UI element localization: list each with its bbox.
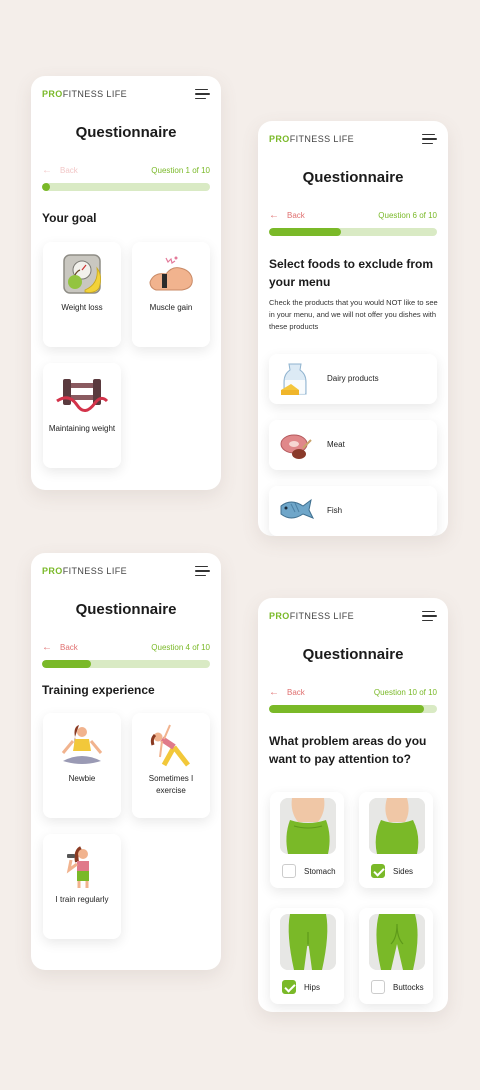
question-description: Check the products that you would NOT li… bbox=[269, 298, 438, 331]
area-label: Sides bbox=[393, 867, 414, 876]
progress-fill bbox=[42, 183, 50, 191]
area-label: Stomach bbox=[304, 867, 336, 876]
brand-logo[interactable]: PROFITNESS LIFE bbox=[42, 89, 127, 99]
hips-photo bbox=[280, 914, 336, 970]
milk-cheese-icon bbox=[281, 363, 307, 395]
progress-bar bbox=[42, 183, 210, 191]
app-header: PROFITNESS LIFE bbox=[42, 87, 210, 101]
dumbbell-woman-icon bbox=[66, 846, 89, 888]
brand-logo[interactable]: PROFITNESS LIFE bbox=[269, 134, 354, 144]
food-option-dairy[interactable]: Dairy products bbox=[269, 354, 437, 404]
hamburger-menu-icon[interactable] bbox=[422, 134, 437, 144]
hamburger-menu-icon[interactable] bbox=[195, 89, 210, 99]
food-option-fish[interactable]: Fish bbox=[269, 486, 437, 536]
area-option-buttocks[interactable]: Buttocks bbox=[359, 908, 433, 1004]
question-counter: Question 10 of 10 bbox=[373, 688, 437, 697]
progress-fill bbox=[269, 228, 342, 236]
yoga-woman-icon bbox=[61, 725, 103, 764]
option-label: Sometimes I exercise bbox=[148, 774, 194, 795]
food-option-meat[interactable]: Meat bbox=[269, 420, 437, 470]
experience-option-regular[interactable]: I train regularly bbox=[43, 834, 121, 939]
arrow-left-icon: ← bbox=[269, 686, 279, 698]
question-heading: Select foods to exclude from your menu bbox=[269, 257, 434, 289]
app-header: PROFITNESS LIFE bbox=[42, 564, 210, 578]
goal-option-weight-loss[interactable]: Weight loss bbox=[43, 242, 121, 347]
phone-screen-areas: PROFITNESS LIFE Questionnaire ← Back Ques… bbox=[258, 598, 448, 1012]
food-label: Meat bbox=[327, 440, 345, 449]
checkbox[interactable] bbox=[282, 980, 296, 994]
stretching-woman-icon bbox=[150, 724, 190, 767]
option-label: I train regularly bbox=[55, 895, 109, 904]
dumbbells-tape-icon bbox=[56, 379, 109, 412]
goal-option-muscle-gain[interactable]: Muscle gain bbox=[132, 242, 210, 347]
option-label: Maintaining weight bbox=[48, 424, 116, 433]
arrow-left-icon: ← bbox=[269, 209, 279, 221]
question-nav: ← Back Question 1 of 10 bbox=[42, 164, 210, 176]
question-nav: ← Back Question 10 of 10 bbox=[269, 686, 437, 698]
progress-bar bbox=[269, 705, 437, 713]
question-nav: ← Back Question 6 of 10 bbox=[269, 209, 437, 221]
phone-screen-experience: PROFITNESS LIFE Questionnaire ← Back Ques… bbox=[31, 553, 221, 970]
app-header: PROFITNESS LIFE bbox=[269, 132, 437, 146]
food-label: Dairy products bbox=[327, 374, 379, 383]
app-header: PROFITNESS LIFE bbox=[269, 609, 437, 623]
area-label: Hips bbox=[304, 983, 321, 992]
back-button[interactable]: ← Back bbox=[42, 164, 78, 176]
experience-option-sometimes[interactable]: Sometimes I exercise bbox=[132, 713, 210, 818]
option-label: Muscle gain bbox=[149, 303, 193, 312]
page-title: Questionnaire bbox=[302, 169, 404, 186]
progress-bar bbox=[269, 228, 437, 236]
hamburger-menu-icon[interactable] bbox=[422, 611, 437, 621]
question-counter: Question 1 of 10 bbox=[151, 166, 210, 175]
area-option-stomach[interactable]: Stomach bbox=[270, 792, 344, 888]
page-title: Questionnaire bbox=[75, 124, 177, 141]
question-counter: Question 6 of 10 bbox=[378, 211, 437, 220]
flexed-arm-icon bbox=[149, 256, 193, 291]
back-button[interactable]: ← Back bbox=[269, 209, 305, 221]
phone-screen-goal: PROFITNESS LIFE Questionnaire ← Back Ques… bbox=[31, 76, 221, 490]
question-nav: ← Back Question 4 of 10 bbox=[42, 641, 210, 653]
buttocks-photo bbox=[369, 914, 425, 970]
option-label: Weight loss bbox=[61, 303, 103, 312]
hamburger-menu-icon[interactable] bbox=[195, 566, 210, 576]
question-counter: Question 4 of 10 bbox=[151, 643, 210, 652]
experience-option-newbie[interactable]: Newbie bbox=[43, 713, 121, 818]
progress-bar bbox=[42, 660, 210, 668]
food-label: Fish bbox=[327, 506, 343, 515]
fish-icon bbox=[280, 498, 315, 519]
arrow-left-icon: ← bbox=[42, 164, 52, 176]
option-label: Newbie bbox=[68, 774, 96, 783]
back-button[interactable]: ← Back bbox=[269, 686, 305, 698]
area-label: Buttocks bbox=[393, 983, 424, 992]
steak-icon bbox=[280, 434, 312, 459]
progress-fill bbox=[269, 705, 424, 713]
stomach-photo bbox=[280, 798, 336, 854]
checkbox[interactable] bbox=[282, 864, 296, 878]
page-title: Questionnaire bbox=[302, 646, 404, 663]
sides-photo bbox=[369, 798, 425, 854]
brand-logo[interactable]: PROFITNESS LIFE bbox=[269, 611, 354, 621]
back-button[interactable]: ← Back bbox=[42, 641, 78, 653]
goal-option-maintaining-weight[interactable]: Maintaining weight bbox=[43, 363, 121, 468]
area-option-sides[interactable]: Sides bbox=[359, 792, 433, 888]
progress-fill bbox=[42, 660, 91, 668]
checkbox[interactable] bbox=[371, 864, 385, 878]
area-option-hips[interactable]: Hips bbox=[270, 908, 344, 1004]
arrow-left-icon: ← bbox=[42, 641, 52, 653]
phone-screen-foods: PROFITNESS LIFE Questionnaire ← Back Ques… bbox=[258, 121, 448, 536]
brand-logo[interactable]: PROFITNESS LIFE bbox=[42, 566, 127, 576]
checkbox[interactable] bbox=[371, 980, 385, 994]
page-title: Questionnaire bbox=[75, 601, 177, 618]
question-heading: What problem areas do you want to pay at… bbox=[269, 734, 427, 766]
scale-apple-icon bbox=[63, 254, 101, 294]
question-heading: Training experience bbox=[42, 683, 155, 697]
question-heading: Your goal bbox=[42, 211, 97, 225]
